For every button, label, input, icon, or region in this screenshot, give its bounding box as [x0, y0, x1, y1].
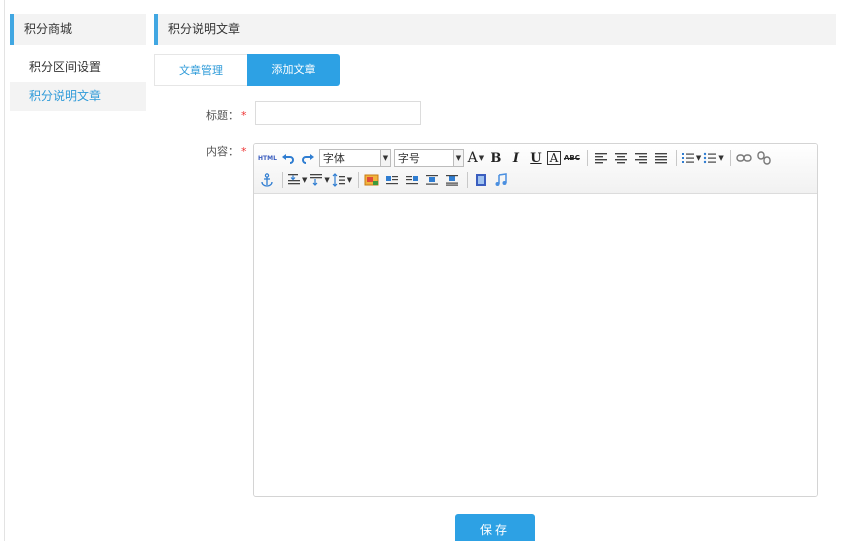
toolbar-separator — [282, 172, 283, 188]
redo-icon[interactable] — [299, 148, 317, 168]
save-button[interactable]: 保存 — [455, 514, 535, 541]
italic-button[interactable]: I — [507, 148, 525, 168]
editor-toolbar: HTML 字体 ▼ 字号 ▼ A ▼ B I U A ABC ▼ ▼ ▼ ▼ ▼ — [254, 144, 817, 194]
align-center-icon[interactable] — [612, 148, 630, 168]
align-right-icon[interactable] — [632, 148, 650, 168]
toolbar-separator — [675, 150, 677, 166]
image-right-icon[interactable] — [403, 170, 421, 190]
chevron-down-icon: ▼ — [718, 154, 724, 162]
unlink-icon[interactable] — [755, 148, 773, 168]
title-label: 标题： * — [206, 107, 247, 123]
image-left-icon[interactable] — [383, 170, 401, 190]
link-icon[interactable] — [735, 148, 753, 168]
align-left-icon[interactable] — [592, 148, 610, 168]
toolbar-separator — [729, 150, 731, 166]
row-spacing-bottom-icon[interactable]: ▼ — [309, 170, 330, 190]
background-color-button[interactable]: A — [546, 151, 561, 165]
editor-content-area[interactable] — [254, 194, 817, 496]
chevron-down-icon: ▼ — [379, 150, 390, 166]
sidebar-item-points-article[interactable]: 积分说明文章 — [10, 82, 146, 111]
toolbar-separator — [358, 172, 360, 188]
tab-bar: 文章管理 添加文章 — [154, 54, 340, 86]
ordered-list-icon[interactable]: ▼ — [681, 148, 701, 168]
insert-video-icon[interactable] — [472, 170, 490, 190]
anchor-icon[interactable] — [258, 170, 276, 190]
chevron-down-icon: ▼ — [695, 154, 702, 162]
font-family-select[interactable]: 字体 ▼ — [318, 149, 391, 167]
chevron-down-icon: ▼ — [324, 176, 330, 184]
toolbar-separator — [467, 172, 469, 188]
content-label-text: 内容： — [206, 145, 239, 158]
font-size-value: 字号 — [397, 152, 420, 165]
chevron-down-icon: ▼ — [302, 176, 308, 184]
image-center-icon[interactable] — [443, 170, 461, 190]
undo-icon[interactable] — [279, 148, 297, 168]
image-none-icon[interactable] — [423, 170, 441, 190]
font-size-select[interactable]: 字号 ▼ — [393, 149, 464, 167]
unordered-list-icon[interactable]: ▼ — [703, 148, 724, 168]
title-label-text: 标题： — [206, 109, 239, 122]
required-mark: * — [241, 109, 247, 122]
row-spacing-top-icon[interactable]: ▼ — [287, 170, 307, 190]
tab-add-article[interactable]: 添加文章 — [247, 54, 340, 86]
strikethrough-button[interactable]: ABC — [563, 148, 581, 168]
title-input[interactable] — [255, 101, 421, 125]
content-label: 内容： * — [206, 143, 247, 159]
sidebar-title: 积分商城 — [10, 14, 146, 45]
font-family-value: 字体 — [322, 152, 345, 165]
line-height-icon[interactable]: ▼ — [332, 170, 352, 190]
chevron-down-icon: ▼ — [452, 150, 463, 166]
toolbar-separator — [586, 150, 588, 166]
chevron-down-icon: ▼ — [346, 176, 353, 184]
page-title: 积分说明文章 — [154, 14, 836, 45]
underline-button[interactable]: U — [527, 148, 545, 168]
required-mark: * — [241, 145, 247, 158]
toolbar-row-1: HTML 字体 ▼ 字号 ▼ A ▼ B I U A ABC ▼ ▼ — [258, 147, 813, 169]
sidebar-item-points-range[interactable]: 积分区间设置 — [10, 53, 146, 82]
sidebar-list: 积分区间设置 积分说明文章 — [10, 53, 146, 111]
font-color-button[interactable]: A ▼ — [467, 148, 485, 168]
toolbar-row-2: ▼ ▼ ▼ — [258, 169, 813, 191]
align-justify-icon[interactable] — [652, 148, 670, 168]
font-color-icon: A — [467, 150, 478, 166]
insert-music-icon[interactable] — [492, 170, 510, 190]
tab-article-manage[interactable]: 文章管理 — [154, 54, 247, 86]
html-source-button[interactable]: HTML — [258, 148, 277, 168]
rich-text-editor: HTML 字体 ▼ 字号 ▼ A ▼ B I U A ABC ▼ ▼ ▼ ▼ ▼ — [253, 143, 818, 497]
sidebar: 积分商城 积分区间设置 积分说明文章 — [10, 14, 146, 111]
chevron-down-icon: ▼ — [478, 154, 485, 162]
insert-image-icon[interactable] — [363, 170, 381, 190]
frame-border — [4, 0, 5, 541]
bold-button[interactable]: B — [487, 148, 505, 168]
